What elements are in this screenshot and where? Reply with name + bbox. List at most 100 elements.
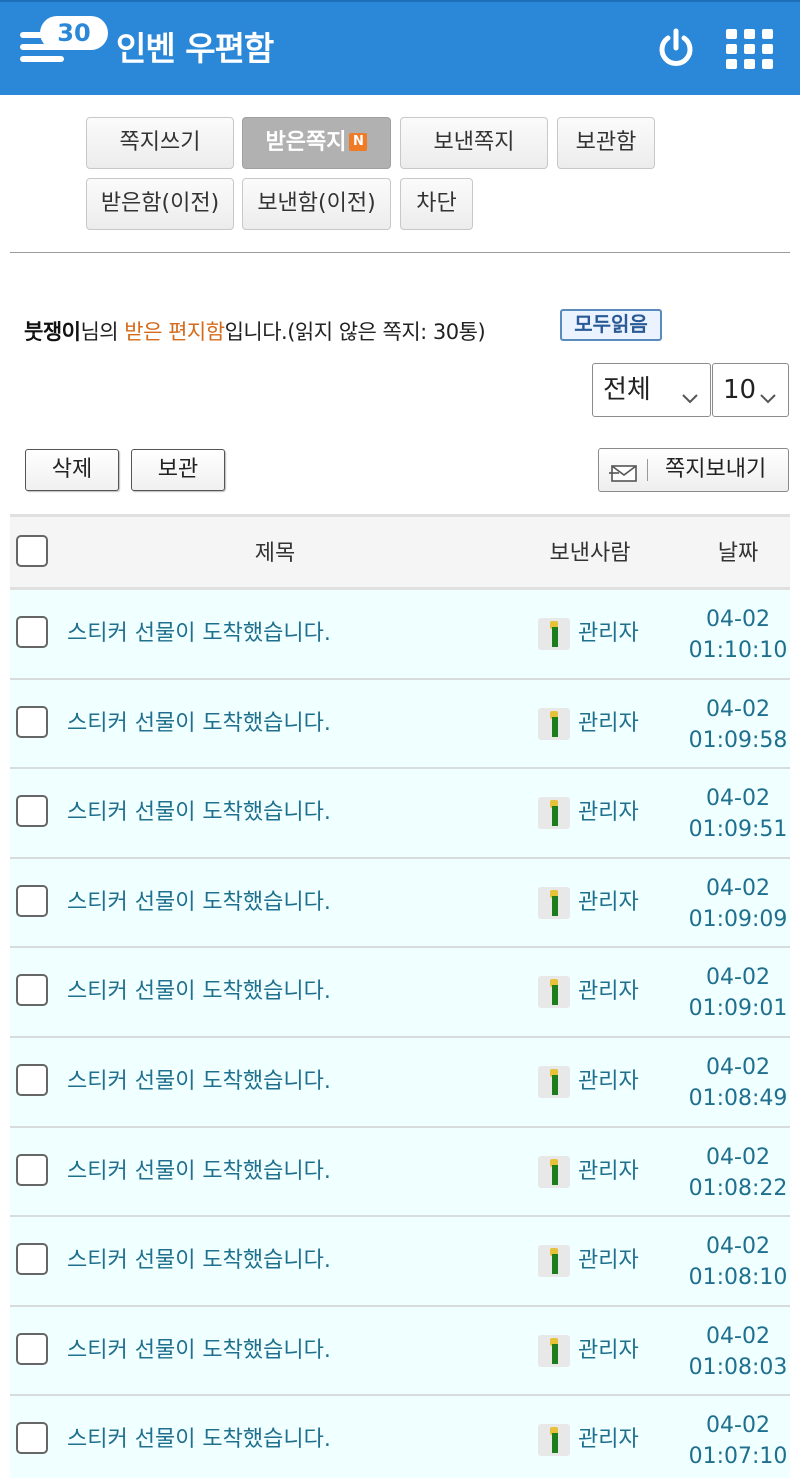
tab-compose[interactable]: 쪽지쓰기 bbox=[86, 117, 234, 169]
date-time: 01:09:09 bbox=[688, 906, 788, 932]
tab-archive[interactable]: 보관함 bbox=[557, 117, 655, 169]
tab-old-inbox[interactable]: 받은함(이전) bbox=[86, 178, 234, 230]
table-row[interactable]: 스티커 선물이 도착했습니다. 관리자 04-02 01:09:51 bbox=[10, 769, 790, 859]
table-row[interactable]: 스티커 선물이 도착했습니다. 관리자 04-02 01:08:10 bbox=[10, 1217, 790, 1307]
date-day: 04-02 bbox=[706, 607, 770, 632]
header-date: 날짜 bbox=[717, 541, 759, 566]
message-subject-link[interactable]: 스티커 선물이 도착했습니다. bbox=[67, 590, 331, 678]
sender-level-icon bbox=[538, 1065, 570, 1098]
row-checkbox[interactable] bbox=[16, 1153, 48, 1186]
date-time: 01:08:22 bbox=[688, 1175, 788, 1201]
table-row[interactable]: 스티커 선물이 도착했습니다. 관리자 04-02 01:08:03 bbox=[10, 1306, 790, 1397]
message-date: 04-02 01:08:22 bbox=[678, 1142, 798, 1204]
tab-inbox[interactable]: 받은쪽지 N bbox=[242, 117, 391, 169]
date-time: 01:10:10 bbox=[688, 638, 788, 663]
row-checkbox[interactable] bbox=[16, 795, 48, 828]
tab-inbox-label: 받은쪽지 bbox=[265, 130, 347, 155]
sender-level-icon bbox=[538, 1245, 570, 1278]
table-row[interactable]: 스티커 선물이 도착했습니다. 관리자 04-02 01:08:22 bbox=[10, 1127, 790, 1218]
row-checkbox[interactable] bbox=[16, 1063, 48, 1096]
header-subject: 제목 bbox=[254, 541, 296, 566]
message-subject-link[interactable]: 스티커 선물이 도착했습니다. bbox=[67, 1217, 331, 1305]
tab-block[interactable]: 차단 bbox=[400, 178, 473, 230]
message-subject-link[interactable]: 스티커 선물이 도착했습니다. bbox=[67, 680, 331, 768]
message-subject-link[interactable]: 스티커 선물이 도착했습니다. bbox=[67, 1396, 331, 1478]
date-time: 01:09:51 bbox=[688, 817, 788, 843]
sender-name[interactable]: 관리자 bbox=[578, 1241, 639, 1281]
row-checkbox[interactable] bbox=[16, 1422, 48, 1455]
read-all-button[interactable]: 모두읽음 bbox=[560, 309, 662, 341]
row-checkbox[interactable] bbox=[16, 616, 48, 648]
date-time: 01:07:10 bbox=[688, 1444, 788, 1470]
row-checkbox[interactable] bbox=[16, 1243, 48, 1276]
tab-old-sent[interactable]: 보낸함(이전) bbox=[242, 178, 391, 230]
message-date: 04-02 01:09:01 bbox=[678, 962, 798, 1024]
message-subject-link[interactable]: 스티커 선물이 도착했습니다. bbox=[67, 1038, 331, 1126]
message-date: 04-02 01:08:03 bbox=[678, 1321, 798, 1383]
message-date: 04-02 01:07:10 bbox=[678, 1410, 798, 1472]
date-day: 04-02 bbox=[706, 786, 770, 812]
sender-name[interactable]: 관리자 bbox=[578, 793, 639, 833]
separator bbox=[647, 459, 648, 481]
send-message-button[interactable]: 쪽지보내기 bbox=[598, 448, 789, 492]
message-date: 04-02 01:08:10 bbox=[678, 1231, 798, 1293]
sender-level-icon bbox=[538, 1424, 570, 1457]
row-checkbox[interactable] bbox=[16, 974, 48, 1007]
category-select-value: 전체 bbox=[603, 375, 651, 405]
sender-name[interactable]: 관리자 bbox=[578, 1152, 639, 1192]
table-header: 제목 보낸사람 날짜 bbox=[10, 514, 790, 590]
table-row[interactable]: 스티커 선물이 도착했습니다. 관리자 04-02 01:10:10 bbox=[10, 590, 790, 680]
message-subject-link[interactable]: 스티커 선물이 도착했습니다. bbox=[67, 859, 331, 947]
date-time: 01:08:10 bbox=[688, 1265, 788, 1291]
apps-grid-icon[interactable] bbox=[726, 29, 774, 69]
message-table: 제목 보낸사람 날짜 스티커 선물이 도착했습니다. 관리자 04-02 01:10:… bbox=[10, 514, 790, 1478]
date-day: 04-02 bbox=[706, 1234, 770, 1260]
info-text-2: 입니다.(읽지 않은 쪽지: 30통) bbox=[224, 320, 486, 344]
info-text-1: 님의 bbox=[80, 320, 125, 344]
date-day: 04-02 bbox=[706, 1144, 770, 1170]
sender-name[interactable]: 관리자 bbox=[578, 883, 639, 923]
date-day: 04-02 bbox=[706, 696, 770, 722]
sender-name[interactable]: 관리자 bbox=[578, 614, 639, 654]
message-subject-link[interactable]: 스티커 선물이 도착했습니다. bbox=[67, 948, 331, 1036]
table-row[interactable]: 스티커 선물이 도착했습니다. 관리자 04-02 01:09:58 bbox=[10, 679, 790, 770]
chevron-down-icon bbox=[758, 377, 778, 429]
power-icon[interactable] bbox=[654, 27, 698, 71]
message-subject-link[interactable]: 스티커 선물이 도착했습니다. bbox=[67, 1128, 331, 1216]
username: 붓쟁이 bbox=[24, 320, 81, 344]
page-size-select[interactable]: 10 bbox=[712, 363, 789, 417]
sender-name[interactable]: 관리자 bbox=[578, 972, 639, 1012]
sender-name[interactable]: 관리자 bbox=[578, 1331, 639, 1371]
message-date: 04-02 01:10:10 bbox=[678, 604, 798, 666]
archive-button[interactable]: 보관 bbox=[131, 449, 225, 491]
message-subject-link[interactable]: 스티커 선물이 도착했습니다. bbox=[67, 1307, 331, 1395]
sender-level-icon bbox=[538, 1155, 570, 1188]
unread-count-badge: 30 bbox=[40, 16, 108, 50]
date-day: 04-02 bbox=[706, 1054, 770, 1080]
category-select[interactable]: 전체 bbox=[592, 363, 711, 417]
row-checkbox[interactable] bbox=[16, 705, 48, 738]
date-time: 01:09:58 bbox=[688, 727, 788, 753]
table-row[interactable]: 스티커 선물이 도착했습니다. 관리자 04-02 01:07:10 bbox=[10, 1396, 790, 1478]
send-message-label: 쪽지보내기 bbox=[665, 457, 767, 482]
sender-name[interactable]: 관리자 bbox=[578, 704, 639, 744]
select-all-checkbox[interactable] bbox=[16, 535, 48, 567]
table-row[interactable]: 스티커 선물이 도착했습니다. 관리자 04-02 01:09:09 bbox=[10, 858, 790, 949]
chevron-down-icon bbox=[680, 377, 700, 429]
message-subject-link[interactable]: 스티커 선물이 도착했습니다. bbox=[67, 769, 331, 857]
delete-button[interactable]: 삭제 bbox=[25, 449, 119, 491]
sender-name[interactable]: 관리자 bbox=[578, 1062, 639, 1102]
row-checkbox[interactable] bbox=[16, 1332, 48, 1365]
sender-level-icon bbox=[538, 797, 570, 830]
message-date: 04-02 01:08:49 bbox=[678, 1052, 798, 1114]
message-list: 스티커 선물이 도착했습니다. 관리자 04-02 01:10:10 스티커 선물이 도… bbox=[10, 590, 790, 1478]
date-time: 01:09:01 bbox=[688, 996, 788, 1022]
table-row[interactable]: 스티커 선물이 도착했습니다. 관리자 04-02 01:08:49 bbox=[10, 1037, 790, 1128]
box-name: 받은 편지함 bbox=[124, 320, 225, 344]
inbox-info: 붓쟁이님의 받은 편지함입니다.(읽지 않은 쪽지: 30통) bbox=[24, 314, 486, 350]
tab-sent[interactable]: 보낸쪽지 bbox=[400, 117, 548, 169]
table-row[interactable]: 스티커 선물이 도착했습니다. 관리자 04-02 01:09:01 bbox=[10, 948, 790, 1038]
row-checkbox[interactable] bbox=[16, 884, 48, 917]
sender-name[interactable]: 관리자 bbox=[578, 1420, 639, 1460]
page-size-value: 10 bbox=[723, 375, 757, 405]
